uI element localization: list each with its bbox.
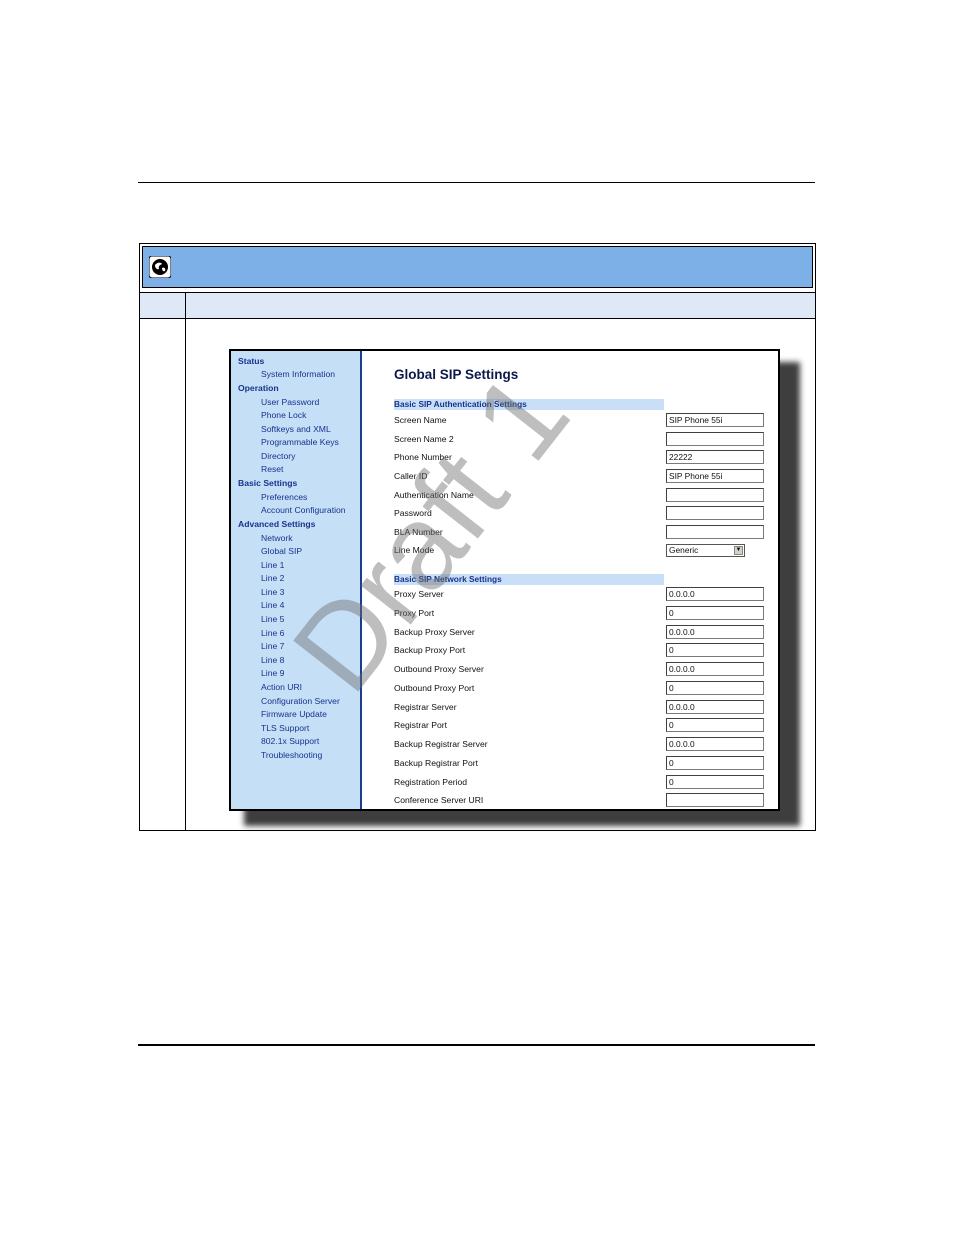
registrar-port-field[interactable]: 0	[666, 718, 764, 732]
nav-item-directory[interactable]: Directory	[261, 451, 295, 461]
outbound-proxy-server-field[interactable]: 0.0.0.0	[666, 662, 764, 676]
nav-item-line-6[interactable]: Line 6	[261, 628, 284, 638]
nav-item-line-2[interactable]: Line 2	[261, 573, 284, 583]
nav-item-system-information[interactable]: System Information	[261, 369, 335, 379]
section-header-auth: Basic SIP Authentication Settings	[394, 399, 664, 410]
bla-number-field[interactable]	[666, 525, 764, 539]
line-mode-select[interactable]: Generic ▼	[666, 544, 745, 557]
top-rule	[138, 182, 815, 183]
proxy-server-label: Proxy Server	[394, 589, 444, 599]
nav-item-line-4[interactable]: Line 4	[261, 600, 284, 610]
nav-item-8021x-support[interactable]: 802.1x Support	[261, 736, 319, 746]
globe-icon	[149, 256, 171, 278]
nav-item-line-1[interactable]: Line 1	[261, 560, 284, 570]
conference-server-uri-field[interactable]	[666, 793, 764, 807]
backup-registrar-port-label: Backup Registrar Port	[394, 758, 479, 768]
screen-name-2-field[interactable]	[666, 432, 764, 446]
phone-number-label: Phone Number	[394, 452, 452, 462]
backup-proxy-port-label: Backup Proxy Port	[394, 645, 466, 655]
caller-id-label: Caller ID	[394, 471, 428, 481]
nav-item-global-sip[interactable]: Global SIP	[261, 546, 302, 556]
proxy-port-field[interactable]: 0	[666, 606, 764, 620]
outbound-proxy-port-field[interactable]: 0	[666, 681, 764, 695]
nav-section-basic-settings[interactable]: Basic Settings	[238, 478, 297, 488]
nav-item-line-3[interactable]: Line 3	[261, 587, 284, 597]
main-panel: Global SIP Settings Basic SIP Authentica…	[362, 351, 778, 809]
nav-item-network[interactable]: Network	[261, 533, 293, 543]
backup-registrar-port-field[interactable]: 0	[666, 756, 764, 770]
line-mode-value: Generic	[669, 545, 699, 555]
nav-item-preferences[interactable]: Preferences	[261, 492, 307, 502]
line-mode-label: Line Mode	[394, 545, 435, 555]
nav-section-operation[interactable]: Operation	[238, 383, 279, 393]
screen-name-field[interactable]: SIP Phone 55i	[666, 413, 764, 427]
nav-item-firmware-update[interactable]: Firmware Update	[261, 709, 327, 719]
registration-period-label: Registration Period	[394, 777, 468, 787]
nav-item-troubleshooting[interactable]: Troubleshooting	[261, 750, 322, 760]
nav-section-status[interactable]: Status	[238, 356, 264, 366]
registrar-server-label: Registrar Server	[394, 702, 457, 712]
nav-item-phone-lock[interactable]: Phone Lock	[261, 410, 306, 420]
nav-item-programmable-keys[interactable]: Programmable Keys	[261, 437, 339, 447]
backup-registrar-server-label: Backup Registrar Server	[394, 739, 488, 749]
backup-registrar-server-field[interactable]: 0.0.0.0	[666, 737, 764, 751]
backup-proxy-server-field[interactable]: 0.0.0.0	[666, 625, 764, 639]
phone-number-field[interactable]: 22222	[666, 450, 764, 464]
registrar-server-field[interactable]: 0.0.0.0	[666, 700, 764, 714]
section-header-network: Basic SIP Network Settings	[394, 574, 664, 585]
nav-item-softkeys-xml[interactable]: Softkeys and XML	[261, 424, 331, 434]
table-subheader	[140, 292, 815, 319]
nav-item-line-9[interactable]: Line 9	[261, 668, 284, 678]
password-field[interactable]	[666, 506, 764, 520]
authentication-name-field[interactable]	[666, 488, 764, 502]
authentication-name-label: Authentication Name	[394, 490, 474, 500]
nav-item-reset[interactable]: Reset	[261, 464, 283, 474]
nav-item-tls-support[interactable]: TLS Support	[261, 723, 309, 733]
conference-server-uri-label: Conference Server URI	[394, 795, 484, 805]
outbound-proxy-port-label: Outbound Proxy Port	[394, 683, 475, 693]
nav-item-configuration-server[interactable]: Configuration Server	[261, 696, 340, 706]
nav-item-account-configuration[interactable]: Account Configuration	[261, 505, 346, 515]
screen-name-label: Screen Name	[394, 415, 447, 425]
nav-item-line-5[interactable]: Line 5	[261, 614, 284, 624]
caller-id-field[interactable]: SIP Phone 55i	[666, 469, 764, 483]
registration-period-field[interactable]: 0	[666, 775, 764, 789]
proxy-port-label: Proxy Port	[394, 608, 435, 618]
nav-item-line-8[interactable]: Line 8	[261, 655, 284, 665]
bla-number-label: BLA Number	[394, 527, 443, 537]
backup-proxy-server-label: Backup Proxy Server	[394, 627, 475, 637]
table-header-bar	[142, 246, 813, 288]
nav-section-advanced-settings[interactable]: Advanced Settings	[238, 519, 315, 529]
outbound-proxy-server-label: Outbound Proxy Server	[394, 664, 484, 674]
web-ui-screenshot: Status System Information Operation User…	[229, 349, 780, 811]
nav-item-action-uri[interactable]: Action URI	[261, 682, 302, 692]
nav-item-user-password[interactable]: User Password	[261, 397, 319, 407]
backup-proxy-port-field[interactable]: 0	[666, 643, 764, 657]
nav-item-line-7[interactable]: Line 7	[261, 641, 284, 651]
registrar-port-label: Registrar Port	[394, 720, 448, 730]
screen-name-2-label: Screen Name 2	[394, 434, 454, 444]
proxy-server-field[interactable]: 0.0.0.0	[666, 587, 764, 601]
dropdown-arrow-icon[interactable]: ▼	[734, 546, 743, 555]
column-divider	[185, 292, 186, 830]
bottom-rule	[138, 1044, 815, 1046]
password-label: Password	[394, 508, 432, 518]
sidebar-nav: Status System Information Operation User…	[231, 351, 362, 809]
page-title: Global SIP Settings	[394, 367, 519, 382]
